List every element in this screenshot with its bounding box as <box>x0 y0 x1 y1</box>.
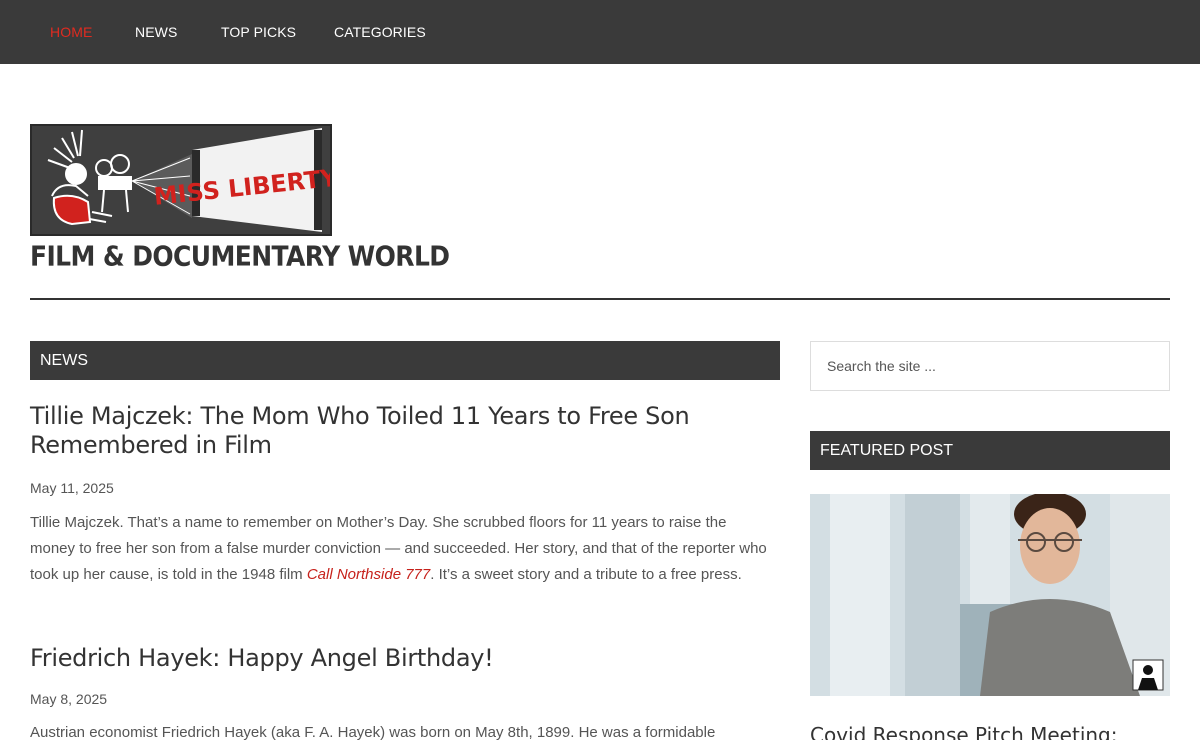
header-divider <box>30 298 1170 300</box>
projector-illustration: MISS LIBERTY'S <box>47 128 364 232</box>
section-heading-news: NEWS <box>30 341 780 380</box>
nav-top-picks[interactable]: TOP PICKS <box>221 24 296 40</box>
featured-post-title[interactable]: Covid Response Pitch Meeting: <box>810 723 1170 740</box>
top-nav: HOME NEWS TOP PICKS CATEGORIES <box>0 0 1200 64</box>
post-excerpt-2: Austrian economist Friedrich Hayek (aka … <box>30 724 716 740</box>
featured-post-image[interactable] <box>810 494 1170 696</box>
post-date-1: May 11, 2025 <box>30 480 114 496</box>
search-input[interactable]: Search the site ... <box>810 341 1170 391</box>
nav-categories[interactable]: CATEGORIES <box>334 24 426 40</box>
site-logo[interactable]: MISS LIBERTY'S FILM & DOCUMENTARY WORLD <box>30 124 450 272</box>
post-title-2[interactable]: Friedrich Hayek: Happy Angel Birthday! <box>30 644 750 673</box>
post-date-2: May 8, 2025 <box>30 691 108 707</box>
logo-subtitle: FILM & DOCUMENTARY WORLD <box>30 240 450 272</box>
featured-thumbnail <box>810 494 1170 696</box>
post-excerpt-1: Tillie Majczek. That’s a name to remembe… <box>30 510 775 588</box>
post-title-1[interactable]: Tillie Majczek: The Mom Who Toiled 11 Ye… <box>30 402 750 460</box>
section-heading-featured: FEATURED POST <box>810 431 1170 470</box>
logo-banner: MISS LIBERTY'S <box>30 124 364 236</box>
film-link-call-northside-777[interactable]: Call Northside 777 <box>307 566 430 583</box>
nav-news[interactable]: NEWS <box>135 24 177 40</box>
nav-home[interactable]: HOME <box>50 24 92 40</box>
excerpt-text-end: . It’s a sweet story and a tribute to a … <box>430 566 742 583</box>
